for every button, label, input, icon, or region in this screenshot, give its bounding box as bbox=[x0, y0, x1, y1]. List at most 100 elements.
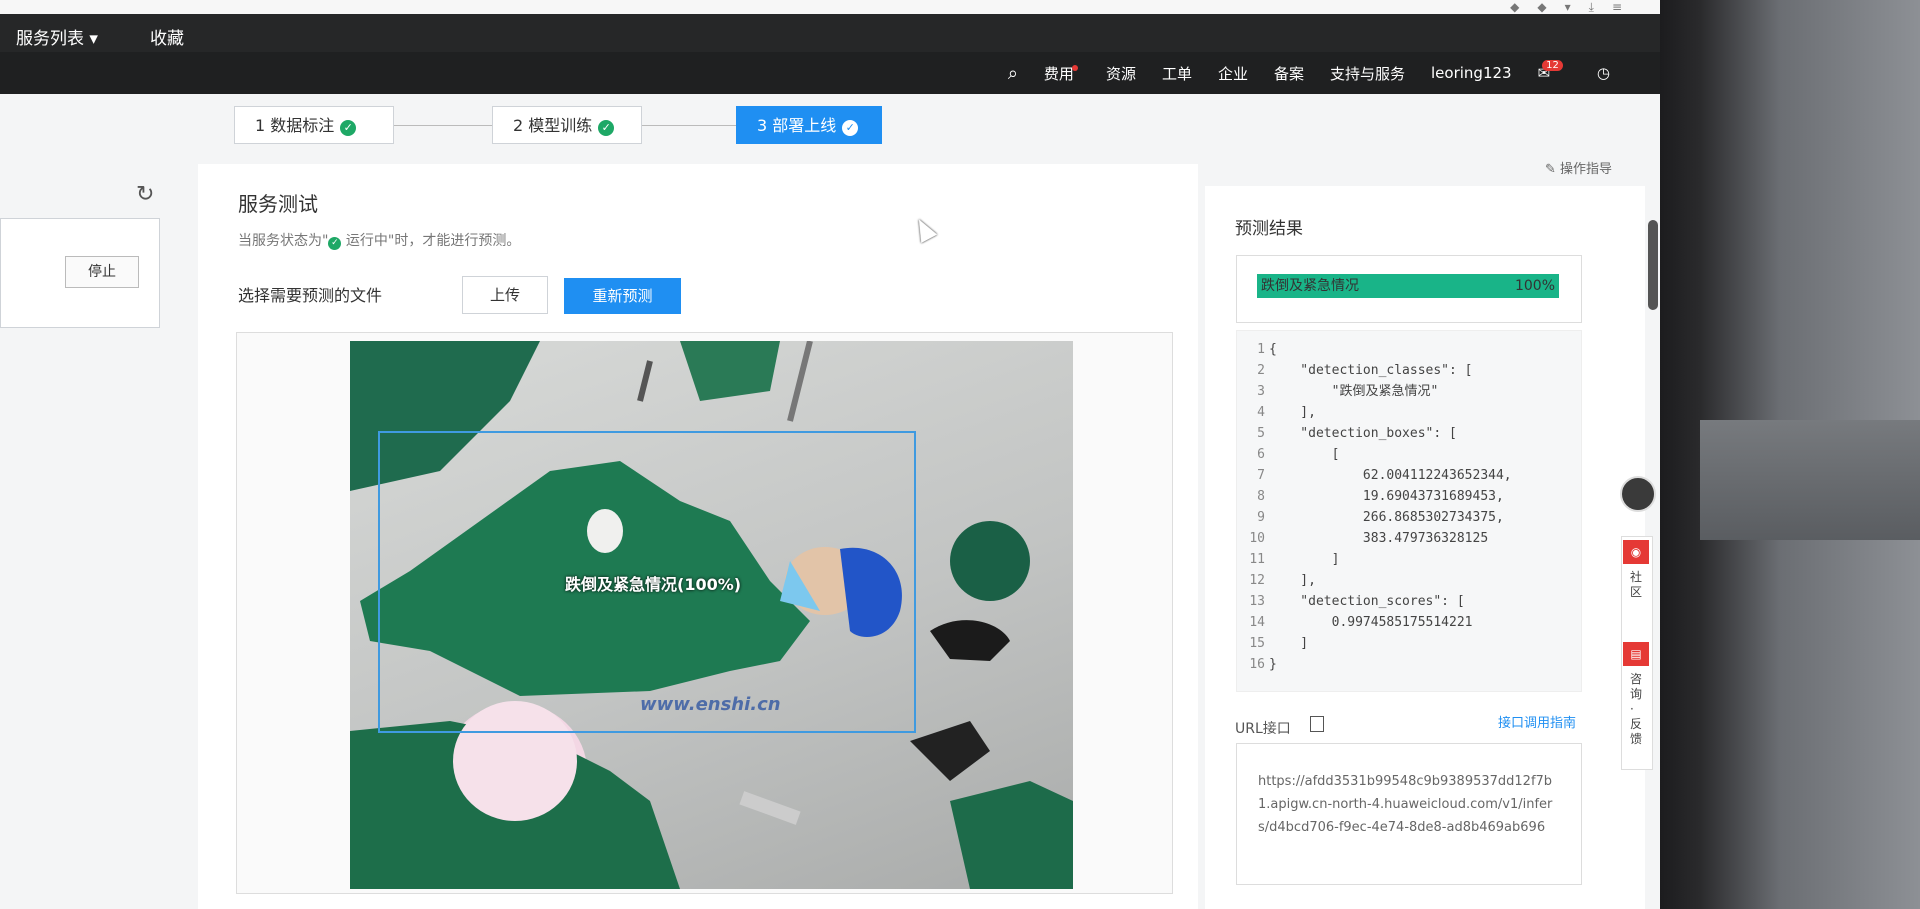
browser-icons[interactable]: ◆◆▾⤓≡ bbox=[1510, 0, 1640, 14]
code-text: { bbox=[1269, 342, 1277, 357]
code-text: 383.479736328125 bbox=[1269, 531, 1489, 546]
guide-label: 操作指导 bbox=[1560, 162, 1613, 177]
line-number: 13 bbox=[1249, 594, 1265, 609]
service-list-label: 服务列表 bbox=[16, 29, 84, 49]
monitor-bezel bbox=[1660, 0, 1920, 909]
check-icon: ✓ bbox=[598, 120, 615, 136]
url-interface-label: URL接口 bbox=[1235, 721, 1291, 737]
step-label: 3 部署上线 bbox=[757, 116, 837, 135]
result-percent: 100% bbox=[1514, 278, 1555, 294]
line-number: 11 bbox=[1249, 552, 1265, 567]
status-hint: 当服务状态为" ✓ 运行中"时，才能进行预测。 bbox=[238, 230, 520, 250]
code-text: 266.8685302734375, bbox=[1269, 510, 1504, 525]
code-line: 5 "detection_boxes": [ bbox=[1237, 423, 1457, 444]
watermark: www.enshi.cn bbox=[640, 694, 781, 715]
line-number: 7 bbox=[1257, 468, 1265, 483]
code-line: 15 ] bbox=[1237, 633, 1308, 654]
line-number: 9 bbox=[1257, 510, 1265, 525]
screen: ◆◆▾⤓≡ 服务列表 ▾ 收藏 ⌕ 费用 资源 工单 企业 备案 支持与服务 l… bbox=[0, 0, 1660, 909]
step-connector bbox=[642, 125, 748, 126]
nav-item-tickets[interactable]: 工单 bbox=[1162, 63, 1192, 84]
code-line: 16} bbox=[1237, 654, 1277, 675]
assistant-avatar-icon[interactable] bbox=[1620, 476, 1656, 512]
code-line: 7 62.004112243652344, bbox=[1237, 465, 1512, 486]
message-icon[interactable]: ✉12 bbox=[1538, 60, 1571, 82]
code-line: 2 "detection_classes": [ bbox=[1237, 360, 1473, 381]
code-line: 6 [ bbox=[1237, 444, 1339, 465]
results-title: 预测结果 bbox=[1235, 219, 1303, 239]
code-line: 4 ], bbox=[1237, 402, 1316, 423]
search-icon[interactable]: ⌕ bbox=[1008, 63, 1018, 84]
code-line: 14 0.9974585175514221 bbox=[1237, 612, 1473, 633]
code-text: ], bbox=[1269, 573, 1316, 588]
line-number: 16 bbox=[1249, 657, 1265, 672]
message-badge: 12 bbox=[1542, 60, 1563, 71]
favorites-link[interactable]: 收藏 bbox=[150, 24, 184, 49]
code-text: 0.9974585175514221 bbox=[1269, 615, 1473, 630]
consult-icon[interactable]: ▤ bbox=[1623, 642, 1649, 666]
browser-toolbar: ◆◆▾⤓≡ bbox=[0, 0, 1660, 15]
nav-item-support[interactable]: 支持与服务 bbox=[1330, 63, 1405, 84]
user-menu[interactable]: leoring123 bbox=[1431, 64, 1512, 82]
console-nav: ⌕ 费用 资源 工单 企业 备案 支持与服务 leoring123 ✉12 ◷ bbox=[0, 52, 1660, 94]
code-text: "detection_classes": [ bbox=[1269, 363, 1473, 378]
api-guide-link[interactable]: 接口调用指南 bbox=[1498, 712, 1576, 731]
nav-item-billing[interactable]: 费用 bbox=[1044, 63, 1080, 84]
code-text: 62.004112243652344, bbox=[1269, 468, 1512, 483]
step-deploy[interactable]: 3 部署上线 ✓ bbox=[736, 106, 882, 144]
line-number: 14 bbox=[1249, 615, 1265, 630]
community-icon[interactable]: ◉ bbox=[1623, 540, 1649, 564]
step-model-training[interactable]: 2 模型训练 ✓ bbox=[492, 106, 642, 144]
operation-guide-link[interactable]: ✎ 操作指导 bbox=[1545, 158, 1612, 177]
history-icon[interactable]: ◷ bbox=[1597, 64, 1610, 82]
upload-button[interactable]: 上传 bbox=[462, 276, 548, 314]
result-class-label: 跌倒及紧急情况 bbox=[1261, 278, 1359, 294]
nav-item-filing[interactable]: 备案 bbox=[1274, 63, 1304, 84]
code-text: } bbox=[1269, 657, 1277, 672]
code-line: 12 ], bbox=[1237, 570, 1316, 591]
code-text: "detection_boxes": [ bbox=[1269, 426, 1457, 441]
consult-label[interactable]: 咨询·反馈 bbox=[1630, 672, 1644, 747]
hint-prefix: 当服务状态为" bbox=[238, 233, 329, 249]
top-nav: 服务列表 ▾ 收藏 bbox=[0, 14, 1660, 52]
refresh-icon[interactable]: ↻ bbox=[136, 182, 154, 207]
hint-status: 运行中 bbox=[345, 233, 388, 249]
step-label: 1 数据标注 bbox=[255, 116, 335, 135]
nav-item-resources[interactable]: 资源 bbox=[1106, 63, 1136, 84]
code-text: "跌倒及紧急情况" bbox=[1269, 384, 1439, 399]
code-line: 3 "跌倒及紧急情况" bbox=[1237, 381, 1438, 402]
line-number: 4 bbox=[1257, 405, 1265, 420]
code-line: 10 383.479736328125 bbox=[1237, 528, 1488, 549]
result-confidence-bar: 跌倒及紧急情况 100% bbox=[1257, 274, 1559, 298]
check-icon: ✓ bbox=[340, 120, 357, 136]
community-label[interactable]: 社区 bbox=[1630, 570, 1644, 600]
copy-icon[interactable] bbox=[1310, 716, 1324, 732]
api-url[interactable]: https://afdd3531b99548c9b9389537dd12f7b1… bbox=[1258, 770, 1558, 839]
code-text: [ bbox=[1269, 447, 1340, 462]
scrollbar[interactable] bbox=[1648, 220, 1658, 310]
stop-button[interactable]: 停止 bbox=[65, 256, 139, 288]
line-number: 5 bbox=[1257, 426, 1265, 441]
background-object bbox=[1700, 420, 1920, 540]
code-line: 11 ] bbox=[1237, 549, 1339, 570]
detection-label: 跌倒及紧急情况(100%) bbox=[565, 575, 742, 594]
code-line: 1{ bbox=[1237, 339, 1277, 360]
hint-suffix: "时，才能进行预测。 bbox=[387, 233, 521, 249]
json-code-viewer[interactable]: 1{2 "detection_classes": [3 "跌倒及紧急情况" 4 ]… bbox=[1236, 330, 1582, 692]
line-number: 10 bbox=[1249, 531, 1265, 546]
select-file-label: 选择需要预测的文件 bbox=[238, 286, 383, 305]
check-icon: ✓ bbox=[842, 120, 859, 136]
nav-item-enterprise[interactable]: 企业 bbox=[1218, 63, 1248, 84]
code-line: 8 19.69043731689453, bbox=[1237, 486, 1504, 507]
line-number: 1 bbox=[1257, 342, 1265, 357]
code-text: 19.69043731689453, bbox=[1269, 489, 1504, 504]
code-text: ] bbox=[1269, 552, 1340, 567]
code-text: "detection_scores": [ bbox=[1269, 594, 1465, 609]
service-list-menu[interactable]: 服务列表 ▾ bbox=[16, 24, 98, 49]
notification-dot bbox=[1071, 64, 1078, 71]
line-number: 12 bbox=[1249, 573, 1265, 588]
step-data-labeling[interactable]: 1 数据标注 ✓ bbox=[234, 106, 394, 144]
repredict-button[interactable]: 重新预测 bbox=[564, 278, 681, 314]
page-title: 服务测试 bbox=[238, 192, 318, 216]
line-number: 2 bbox=[1257, 363, 1265, 378]
